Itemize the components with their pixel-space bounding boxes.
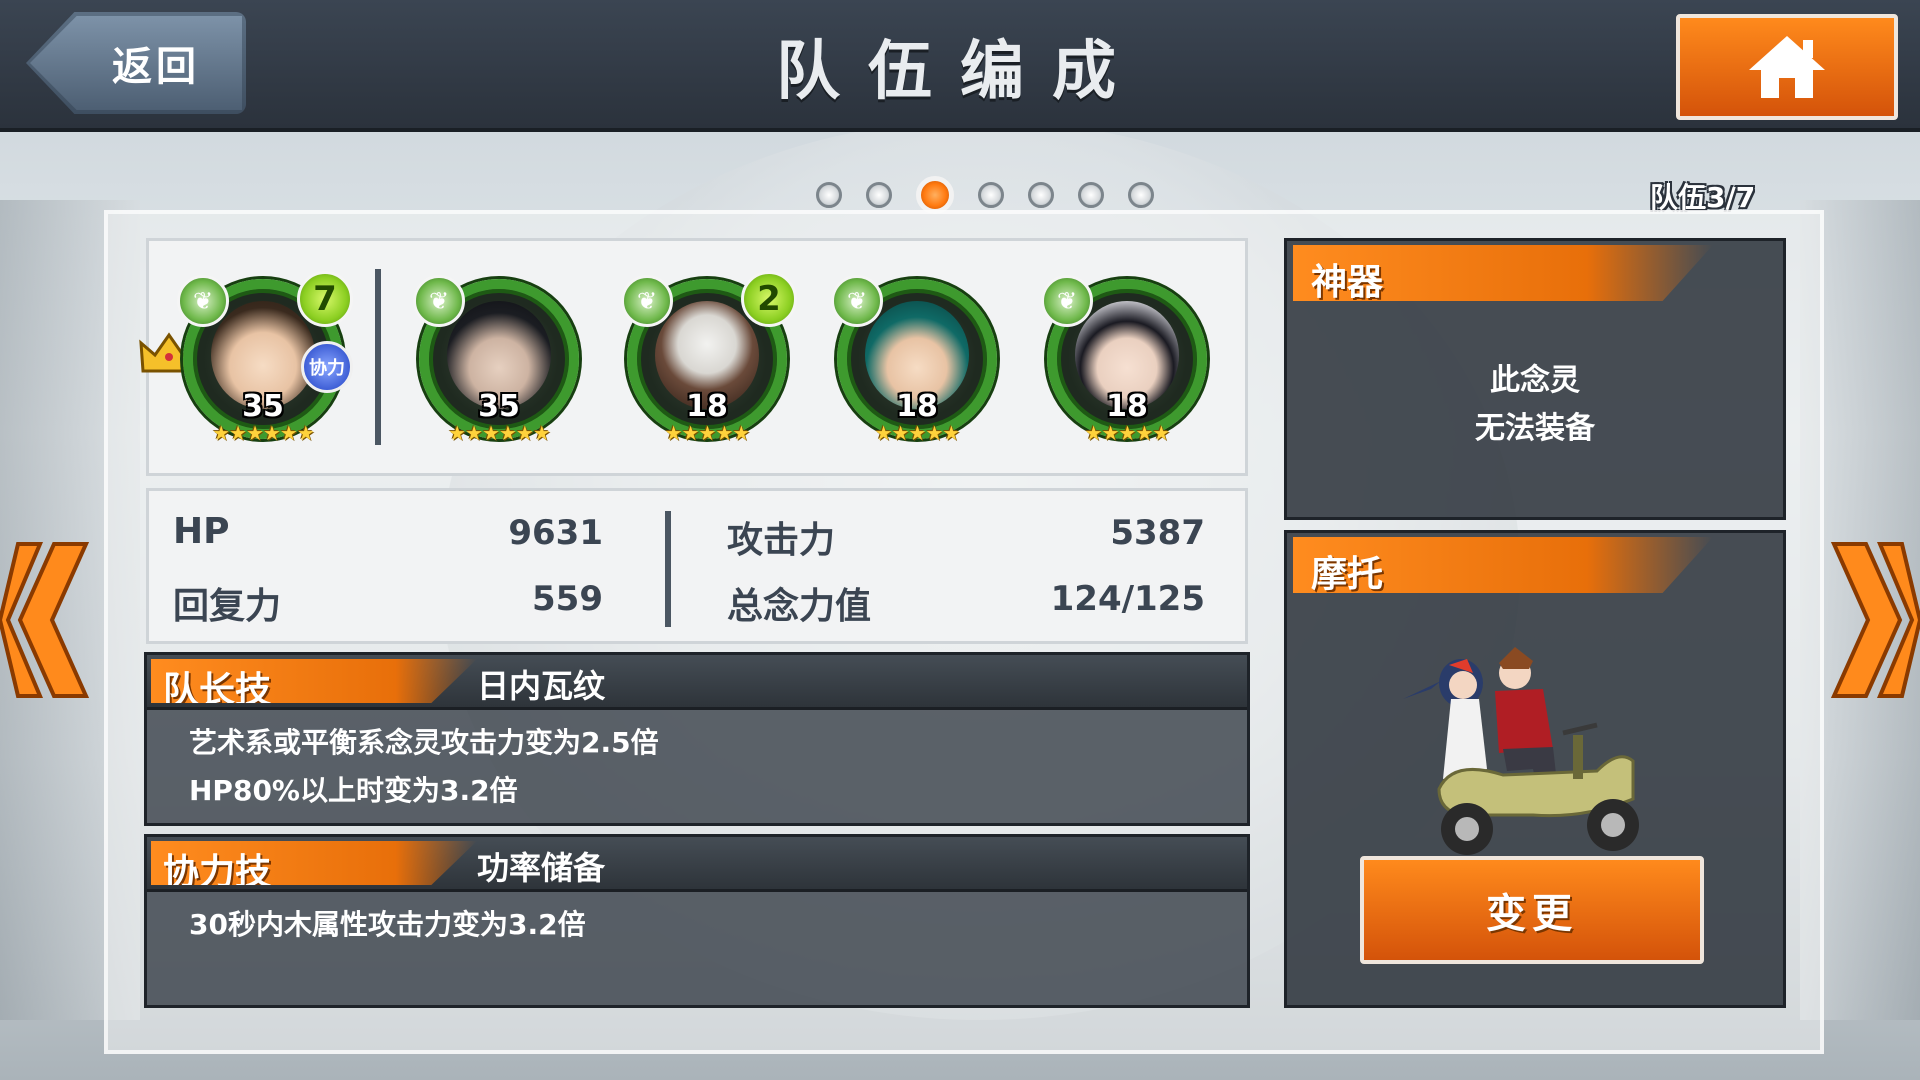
leader-skill-tag-label: 队长技 bbox=[163, 670, 272, 711]
leader-divider bbox=[375, 269, 381, 445]
member-rarity-stars: ★★★★★ bbox=[874, 421, 961, 445]
member-slot-2[interactable]: ❦ 35 ★★★★★★ bbox=[411, 271, 587, 447]
member-rarity-stars: ★★★★★ bbox=[664, 421, 751, 445]
hp-label: HP bbox=[173, 511, 230, 552]
leader-skill-header: 队长技 日内瓦纹 bbox=[147, 655, 1247, 710]
page-dot-2[interactable] bbox=[866, 182, 892, 208]
change-motorbike-button[interactable]: 变更 bbox=[1360, 856, 1704, 964]
motorbike-image bbox=[1403, 647, 1639, 855]
member-rarity-stars: ★★★★★ bbox=[1084, 421, 1171, 445]
attack-label: 攻击力 bbox=[727, 520, 836, 561]
previous-team-arrow-icon[interactable] bbox=[0, 540, 110, 700]
assist-skill-header: 协力技 功率储备 bbox=[147, 837, 1247, 892]
leader-skill-name: 日内瓦纹 bbox=[477, 667, 606, 705]
motorbike-tag: 摩托 bbox=[1293, 537, 1713, 593]
artifact-panel[interactable]: 神器 此念灵 无法装备 bbox=[1284, 238, 1786, 520]
assist-badge: 协力 bbox=[301, 341, 353, 393]
team-stats: HP 9631 回复力 559 攻击力 5387 总念力值 124/125 bbox=[146, 488, 1248, 644]
wood-element-icon: ❦ bbox=[177, 275, 229, 327]
header-bar: 返回 队伍编成 bbox=[0, 0, 1920, 132]
member-rarity-stars: ★★★★★★ bbox=[448, 421, 551, 445]
assist-skill-panel: 协力技 功率储备 30秒内木属性攻击力变为3.2倍 bbox=[144, 834, 1250, 1008]
member-slot-5[interactable]: ❦ 18 ★★★★★ bbox=[1039, 271, 1215, 447]
artifact-message-1: 此念灵 bbox=[1490, 363, 1580, 398]
member-slot-leader[interactable]: ❦ 7 协力 35 ★★★★★★ bbox=[139, 271, 353, 447]
artifact-message-2: 无法装备 bbox=[1475, 411, 1595, 446]
page-title: 队伍编成 bbox=[776, 35, 1144, 109]
page-dot-1[interactable] bbox=[816, 182, 842, 208]
assist-skill-desc-1: 30秒内木属性攻击力变为3.2倍 bbox=[189, 908, 586, 941]
home-button[interactable] bbox=[1676, 14, 1898, 120]
motorbike-tag-label: 摩托 bbox=[1311, 554, 1384, 595]
recovery-value: 559 bbox=[532, 579, 603, 619]
wood-element-icon: ❦ bbox=[1041, 275, 1093, 327]
plus-value-badge: 7 bbox=[297, 271, 353, 327]
plus-value-badge: 2 bbox=[741, 271, 797, 327]
assist-skill-name: 功率储备 bbox=[477, 849, 606, 887]
leader-skill-panel: 队长技 日内瓦纹 艺术系或平衡系念灵攻击力变为2.5倍 HP80%以上时变为3.… bbox=[144, 652, 1250, 826]
member-slot-4[interactable]: ❦ 18 ★★★★★ bbox=[829, 271, 1005, 447]
home-icon bbox=[1749, 36, 1825, 98]
assist-skill-tag-label: 协力技 bbox=[163, 852, 272, 893]
attack-value: 5387 bbox=[1110, 513, 1205, 553]
total-power-label: 总念力值 bbox=[727, 586, 872, 627]
hp-value: 9631 bbox=[508, 513, 603, 553]
member-level: 35 bbox=[242, 389, 284, 424]
total-power-value: 124/125 bbox=[1050, 579, 1205, 619]
team-members: ❦ 7 协力 35 ★★★★★★ ❦ 35 ★★★★★★ ❦ 2 18 ★★★★… bbox=[139, 238, 1248, 476]
wood-element-icon: ❦ bbox=[831, 275, 883, 327]
page-dot-5[interactable] bbox=[1028, 182, 1054, 208]
member-level: 18 bbox=[686, 389, 728, 424]
assist-skill-tag: 协力技 bbox=[151, 841, 477, 885]
leader-skill-desc-1: 艺术系或平衡系念灵攻击力变为2.5倍 bbox=[189, 726, 659, 759]
recovery-label: 回复力 bbox=[173, 586, 282, 627]
member-level: 35 bbox=[478, 389, 520, 424]
member-level: 18 bbox=[1106, 389, 1148, 424]
stats-divider bbox=[665, 511, 671, 627]
artifact-tag: 神器 bbox=[1293, 245, 1713, 301]
next-team-arrow-icon[interactable] bbox=[1810, 540, 1920, 700]
page-dot-3-active[interactable] bbox=[916, 176, 954, 214]
leader-skill-tag: 队长技 bbox=[151, 659, 477, 703]
member-slot-3[interactable]: ❦ 2 18 ★★★★★ bbox=[619, 271, 797, 447]
page-dot-4[interactable] bbox=[978, 182, 1004, 208]
wood-element-icon: ❦ bbox=[621, 275, 673, 327]
member-level: 18 bbox=[896, 389, 938, 424]
leader-skill-desc-2: HP80%以上时变为3.2倍 bbox=[189, 774, 518, 807]
wood-element-icon: ❦ bbox=[413, 275, 465, 327]
page-dot-6[interactable] bbox=[1078, 182, 1104, 208]
artifact-tag-label: 神器 bbox=[1311, 262, 1384, 303]
page-dot-7[interactable] bbox=[1128, 182, 1154, 208]
page-indicator bbox=[816, 176, 1154, 214]
member-rarity-stars: ★★★★★★ bbox=[212, 421, 315, 445]
